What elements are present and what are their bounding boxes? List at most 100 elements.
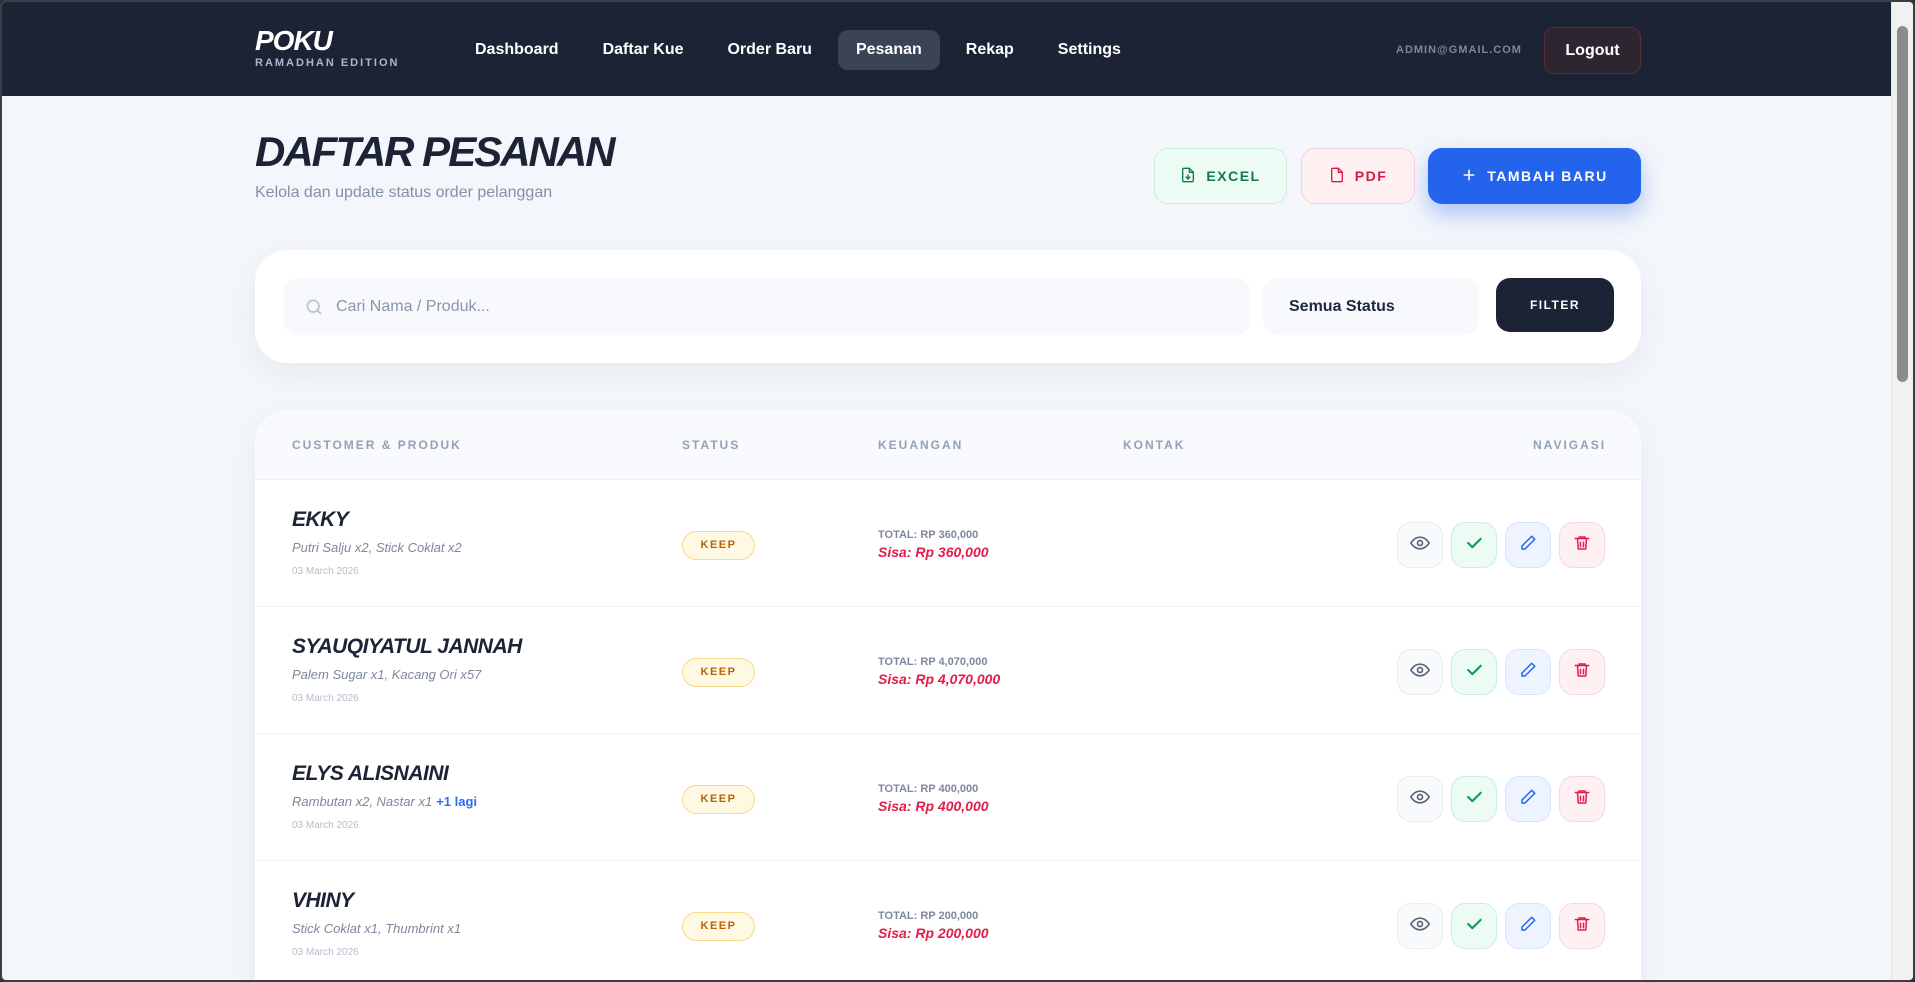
pencil-icon xyxy=(1519,788,1537,811)
edit-button[interactable] xyxy=(1505,522,1551,568)
check-icon xyxy=(1464,660,1484,685)
order-total: TOTAL: RP 400,000 xyxy=(878,783,979,795)
add-order-label: TAMBAH BARU xyxy=(1487,168,1608,184)
logout-button[interactable]: Logout xyxy=(1544,27,1641,74)
nav-item-dashboard[interactable]: Dashboard xyxy=(457,30,577,70)
status-badge: KEEP xyxy=(682,658,755,687)
order-total: TOTAL: RP 200,000 xyxy=(878,910,979,922)
mark-done-button[interactable] xyxy=(1451,522,1497,568)
eye-icon xyxy=(1410,914,1430,939)
order-date: 03 March 2026 xyxy=(292,693,359,704)
eye-icon xyxy=(1410,533,1430,558)
delete-button[interactable] xyxy=(1559,649,1605,695)
mark-done-button[interactable] xyxy=(1451,776,1497,822)
column-header-navigasi: NAVIGASI xyxy=(1533,438,1607,452)
add-order-button[interactable]: TAMBAH BARU xyxy=(1428,148,1641,204)
product-list: Putri Salju x2, Stick Coklat x2 xyxy=(292,540,466,555)
customer-name: ELYS ALISNAINI xyxy=(292,762,449,785)
order-date: 03 March 2026 xyxy=(292,566,359,577)
status-badge: KEEP xyxy=(682,531,755,560)
check-icon xyxy=(1464,533,1484,558)
status-badge: KEEP xyxy=(682,912,755,941)
file-excel-icon xyxy=(1180,167,1196,186)
product-list: Palem Sugar x1, Kacang Ori x57 xyxy=(292,667,485,682)
delete-button[interactable] xyxy=(1559,776,1605,822)
plus-icon xyxy=(1461,167,1477,186)
export-excel-label: EXCEL xyxy=(1206,168,1261,184)
column-header-customer: CUSTOMER & PRODUK xyxy=(292,438,462,452)
nav-item-rekap[interactable]: Rekap xyxy=(948,30,1032,70)
edit-button[interactable] xyxy=(1505,776,1551,822)
table-header: CUSTOMER & PRODUK STATUS KEUANGAN KONTAK… xyxy=(255,410,1641,480)
trash-icon xyxy=(1573,788,1591,811)
table-row: VHINY Stick Coklat x1, Thumbrint x1 03 M… xyxy=(255,861,1641,980)
export-excel-button[interactable]: EXCEL xyxy=(1154,148,1287,204)
column-header-status: STATUS xyxy=(682,438,741,452)
order-date: 03 March 2026 xyxy=(292,947,359,958)
browser-viewport: POKU RAMADHAN EDITION Dashboard Daftar K… xyxy=(0,0,1915,982)
nav-item-pesanan[interactable]: Pesanan xyxy=(837,30,940,70)
delete-button[interactable] xyxy=(1559,903,1605,949)
pencil-icon xyxy=(1519,534,1537,557)
status-filter-select[interactable]: Semua Status xyxy=(1263,278,1479,335)
file-pdf-icon xyxy=(1329,167,1345,186)
nav-item-settings[interactable]: Settings xyxy=(1040,30,1139,70)
filter-button[interactable]: FILTER xyxy=(1496,278,1614,332)
edit-button[interactable] xyxy=(1505,649,1551,695)
pencil-icon xyxy=(1519,915,1537,938)
order-remaining: Sisa: Rp 400,000 xyxy=(878,798,989,814)
table-row: SYAUQIYATUL JANNAH Palem Sugar x1, Kacan… xyxy=(255,607,1641,734)
product-text: Putri Salju x2, Stick Coklat x2 xyxy=(292,540,462,555)
order-remaining: Sisa: Rp 360,000 xyxy=(878,544,989,560)
brand-logo: POKU xyxy=(255,25,333,56)
column-header-keuangan: KEUANGAN xyxy=(878,438,964,452)
search-input[interactable] xyxy=(336,278,1236,335)
mark-done-button[interactable] xyxy=(1451,903,1497,949)
view-button[interactable] xyxy=(1397,522,1443,568)
check-icon xyxy=(1464,787,1484,812)
page-title: DAFTAR PESANAN xyxy=(255,128,616,175)
eye-icon xyxy=(1410,787,1430,812)
order-total: TOTAL: RP 4,070,000 xyxy=(878,656,988,668)
product-list: Stick Coklat x1, Thumbrint x1 xyxy=(292,921,465,936)
delete-button[interactable] xyxy=(1559,522,1605,568)
pencil-icon xyxy=(1519,661,1537,684)
brand[interactable]: POKU RAMADHAN EDITION xyxy=(255,25,400,70)
table-row: ELYS ALISNAINI Rambutan x2, Nastar x1 +1 … xyxy=(255,734,1641,861)
eye-icon xyxy=(1410,660,1430,685)
user-email: ADMIN@GMAIL.COM xyxy=(1396,44,1522,56)
scrollbar-thumb[interactable] xyxy=(1897,26,1908,382)
order-date: 03 March 2026 xyxy=(292,820,359,831)
order-remaining: Sisa: Rp 200,000 xyxy=(878,925,989,941)
product-text: Stick Coklat x1, Thumbrint x1 xyxy=(292,921,462,936)
nav-item-daftar-kue[interactable]: Daftar Kue xyxy=(585,30,702,70)
view-button[interactable] xyxy=(1397,649,1443,695)
page-scrollbar[interactable] xyxy=(1891,2,1913,980)
order-remaining: Sisa: Rp 4,070,000 xyxy=(878,671,1001,687)
trash-icon xyxy=(1573,915,1591,938)
trash-icon xyxy=(1573,534,1591,557)
nav-item-order-baru[interactable]: Order Baru xyxy=(709,30,829,70)
column-header-kontak: KONTAK xyxy=(1123,438,1186,452)
export-pdf-button[interactable]: PDF xyxy=(1301,148,1415,204)
product-text: Rambutan x2, Nastar x1 xyxy=(292,794,433,809)
orders-table: CUSTOMER & PRODUK STATUS KEUANGAN KONTAK… xyxy=(255,410,1641,980)
customer-name: EKKY xyxy=(292,508,349,531)
trash-icon xyxy=(1573,661,1591,684)
edit-button[interactable] xyxy=(1505,903,1551,949)
customer-name: SYAUQIYATUL JANNAH xyxy=(292,635,522,658)
more-products-link[interactable]: +1 lagi xyxy=(436,794,477,809)
product-text: Palem Sugar x1, Kacang Ori x57 xyxy=(292,667,482,682)
export-pdf-label: PDF xyxy=(1354,168,1388,184)
mark-done-button[interactable] xyxy=(1451,649,1497,695)
customer-name: VHINY xyxy=(292,889,354,912)
view-button[interactable] xyxy=(1397,776,1443,822)
table-row: EKKY Putri Salju x2, Stick Coklat x2 03 … xyxy=(255,480,1641,607)
search-box xyxy=(284,278,1250,335)
check-icon xyxy=(1464,914,1484,939)
search-icon xyxy=(304,297,324,322)
brand-subtitle: RAMADHAN EDITION xyxy=(255,57,400,69)
view-button[interactable] xyxy=(1397,903,1443,949)
status-badge: KEEP xyxy=(682,785,755,814)
page-subtitle: Kelola dan update status order pelanggan xyxy=(255,184,553,201)
